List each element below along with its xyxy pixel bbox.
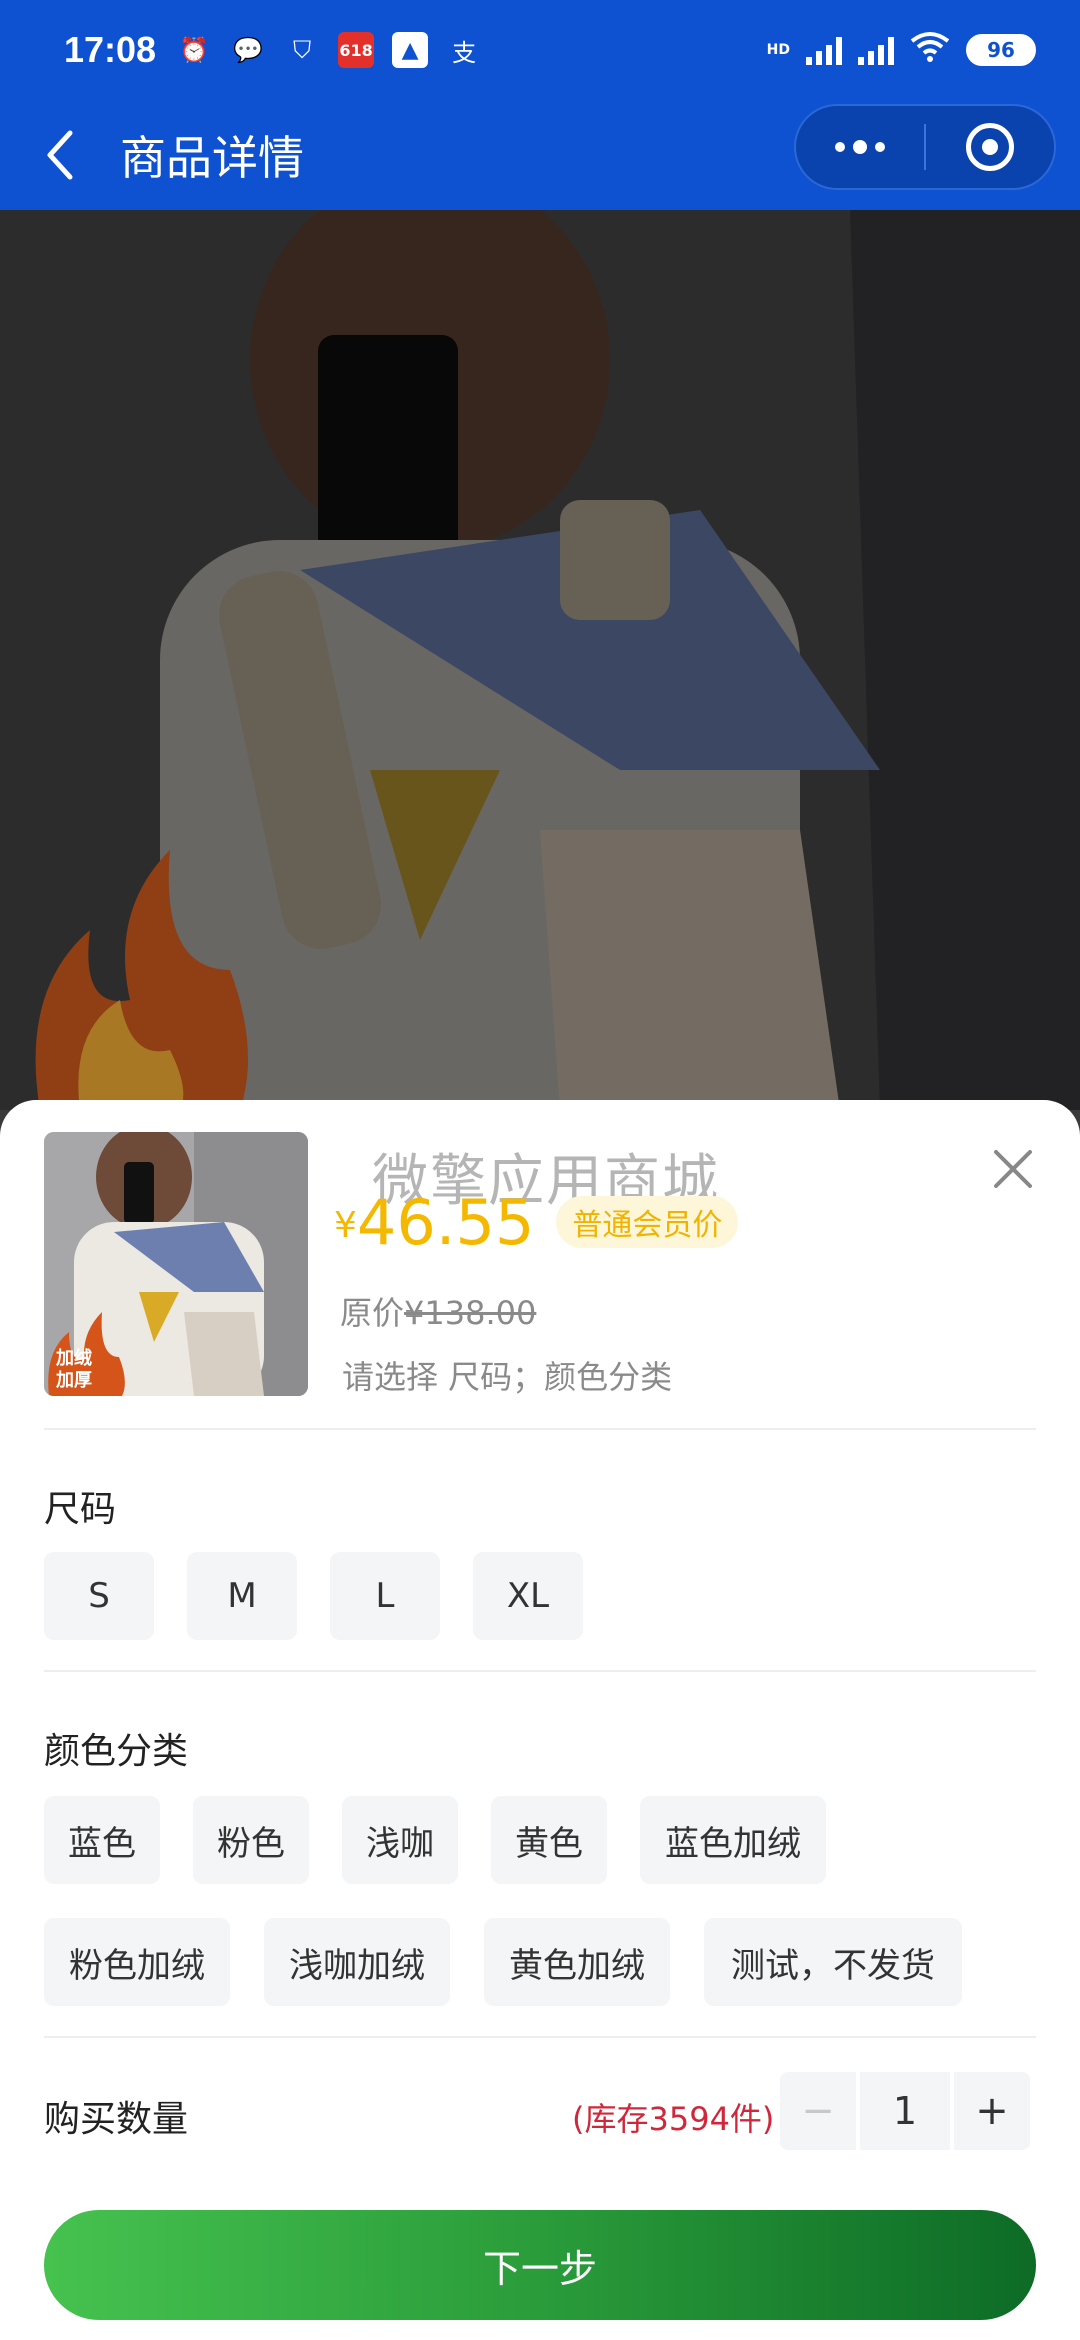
wifi-icon	[910, 31, 950, 70]
alarm-icon: ⏰	[179, 36, 210, 64]
more-dots-icon	[835, 140, 885, 154]
alipay-icon: 支	[452, 38, 477, 67]
color-option-yellow[interactable]: 黄色	[491, 1796, 607, 1884]
size-option-m[interactable]: M	[187, 1552, 297, 1640]
shield-icon: ⛉	[293, 36, 312, 64]
close-icon	[994, 1150, 1032, 1188]
color-option-light-coffee[interactable]: 浅咖	[342, 1796, 458, 1884]
color-option-blue-fleece[interactable]: 蓝色加绒	[640, 1796, 826, 1884]
member-price-badge: 普通会员价	[556, 1196, 739, 1248]
message-icon: 💬	[233, 36, 264, 64]
price-value: 46.55	[356, 1186, 535, 1259]
page-title: 商品详情	[120, 131, 304, 185]
color-option-blue[interactable]: 蓝色	[44, 1796, 160, 1884]
selection-hint: 请选择 尺码；颜色分类	[342, 1358, 673, 1396]
quantity-stepper: − 1 +	[780, 2072, 1030, 2150]
color-option-test[interactable]: 测试，不发货	[704, 1918, 962, 2006]
quantity-increase-button[interactable]: +	[954, 2072, 1030, 2150]
thumb-badge-line1: 加绒	[55, 1347, 92, 1368]
status-right: HD 96	[767, 31, 1036, 70]
quantity-decrease-button[interactable]: −	[780, 2072, 856, 2150]
app-triangle-icon: ▲	[392, 32, 429, 68]
size-option-xl[interactable]: XL	[473, 1552, 583, 1640]
screen: 17:08 ⏰ 💬 ⛉ 618 ▲ 支 HD 96 商品详情 加绒 加厚 微擎应…	[0, 0, 1080, 2340]
chevron-left-icon	[47, 130, 73, 180]
price-currency: ¥	[334, 1205, 357, 1246]
signal-2-icon	[858, 35, 894, 65]
size-section-title: 尺码	[44, 1489, 117, 1530]
divider	[44, 1428, 1036, 1430]
status-bar: 17:08 ⏰ 💬 ⛉ 618 ▲ 支 HD 96	[0, 0, 1080, 100]
color-option-pink[interactable]: 粉色	[193, 1796, 309, 1884]
back-button[interactable]	[0, 100, 120, 210]
mini-program-capsule	[794, 104, 1056, 190]
color-option-yellow-fleece[interactable]: 黄色加绒	[484, 1918, 670, 2006]
nav-bar: 商品详情	[0, 100, 1080, 210]
hd-label: HD	[766, 42, 790, 58]
divider	[44, 2036, 1036, 2038]
size-option-s[interactable]: S	[44, 1552, 154, 1640]
original-price: 原价¥138.00	[340, 1288, 536, 1334]
app-618-icon: 618	[338, 32, 375, 68]
stock-count: (库存3594件)	[572, 2100, 775, 2138]
close-mini-program-button[interactable]	[926, 104, 1054, 190]
color-option-light-coffee-fleece[interactable]: 浅咖加绒	[264, 1918, 450, 2006]
product-photo	[0, 210, 1080, 1110]
target-icon	[965, 123, 1014, 171]
status-time: 17:08	[64, 29, 157, 70]
close-button[interactable]	[988, 1144, 1038, 1194]
color-section-title: 颜色分类	[44, 1731, 189, 1772]
divider	[44, 1670, 1036, 1672]
color-option-pink-fleece[interactable]: 粉色加绒	[44, 1918, 230, 2006]
product-thumbnail: 加绒 加厚	[44, 1132, 308, 1396]
quantity-input[interactable]: 1	[860, 2072, 950, 2150]
original-price-prefix: 原价	[340, 1294, 405, 1332]
next-step-button[interactable]: 下一步	[44, 2210, 1036, 2320]
notification-icons: ⏰ 💬 ⛉ 618 ▲ 支	[176, 32, 482, 68]
signal-icon	[806, 35, 842, 65]
thumbnail-image: 加绒 加厚	[44, 1132, 308, 1396]
sku-selection-sheet: 加绒 加厚 微擎应用商城 ¥ 46.55 普通会员价 原价¥138.00 请选择…	[0, 1100, 1080, 2340]
more-button[interactable]	[796, 104, 924, 190]
thumb-badge-line2: 加厚	[55, 1370, 92, 1390]
original-price-value: ¥138.00	[404, 1294, 537, 1332]
product-image	[0, 210, 1080, 1110]
price-row: ¥ 46.55 普通会员价	[334, 1186, 739, 1259]
quantity-label: 购买数量	[44, 2099, 189, 2140]
size-option-l[interactable]: L	[330, 1552, 440, 1640]
battery-indicator: 96	[966, 34, 1036, 66]
